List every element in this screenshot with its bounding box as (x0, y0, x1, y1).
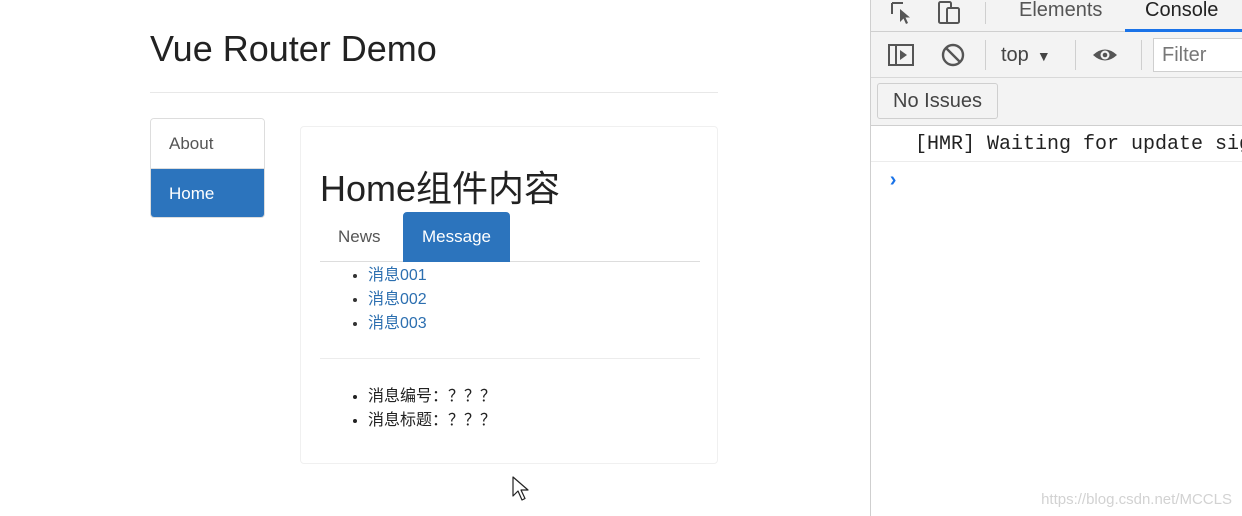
mouse-cursor-icon (512, 476, 529, 501)
home-tabs: News Message (320, 212, 700, 262)
toolbar-separator (1075, 40, 1076, 70)
message-link-003[interactable]: 消息003 (368, 315, 427, 332)
devtools-tabbar: Elements Console (871, 0, 1242, 32)
devtools-panel: Elements Console top ▼ Filter No Issues [… (870, 0, 1242, 516)
tabbar-separator (985, 2, 986, 24)
inspect-element-icon[interactable] (889, 0, 917, 26)
detail-id: 消息编号：？？？ (368, 385, 496, 409)
message-link-001[interactable]: 消息001 (368, 267, 427, 284)
watermark: https://blog.csdn.net/MCCLS (1041, 491, 1232, 508)
toolbar-separator (1141, 40, 1142, 70)
message-list: 消息001 消息002 消息003 (346, 264, 427, 336)
tab-elements[interactable]: Elements (1019, 0, 1102, 26)
filter-input[interactable]: Filter (1153, 38, 1242, 72)
side-nav: About Home (150, 118, 265, 218)
tab-console[interactable]: Console (1145, 0, 1218, 26)
device-toolbar-icon[interactable] (935, 0, 963, 26)
list-item: 消息002 (368, 288, 427, 312)
console-toolbar: top ▼ Filter (871, 32, 1242, 78)
list-item: 消息001 (368, 264, 427, 288)
issues-bar: No Issues (871, 78, 1242, 126)
console-message: [HMR] Waiting for update signal from WDS… (871, 128, 1242, 162)
app-window: Vue Router Demo About Home Home组件内容 News… (0, 0, 870, 516)
nav-item-about[interactable]: About (151, 119, 264, 168)
context-selector[interactable]: top ▼ (1001, 40, 1051, 70)
title-divider (150, 92, 718, 93)
nav-item-home[interactable]: Home (151, 168, 264, 217)
tab-message[interactable]: Message (403, 212, 510, 262)
message-detail: 消息编号：？？？ 消息标题：？？？ (346, 385, 496, 433)
show-sidebar-icon[interactable] (887, 42, 915, 68)
list-item: 消息003 (368, 312, 427, 336)
toolbar-separator (985, 40, 986, 70)
tab-news[interactable]: News (320, 212, 399, 262)
live-expression-eye-icon[interactable] (1091, 42, 1119, 68)
console-prompt-icon[interactable]: › (887, 170, 899, 193)
detail-title: 消息标题：？？？ (368, 409, 496, 433)
context-label: top (1001, 44, 1029, 66)
page-title: Vue Router Demo (150, 28, 437, 69)
caret-down-icon: ▼ (1036, 48, 1051, 64)
message-link-002[interactable]: 消息002 (368, 291, 427, 308)
issues-button[interactable]: No Issues (877, 83, 998, 119)
home-title: Home组件内容 (320, 168, 561, 209)
content-divider (320, 358, 700, 359)
clear-console-icon[interactable] (939, 42, 967, 68)
